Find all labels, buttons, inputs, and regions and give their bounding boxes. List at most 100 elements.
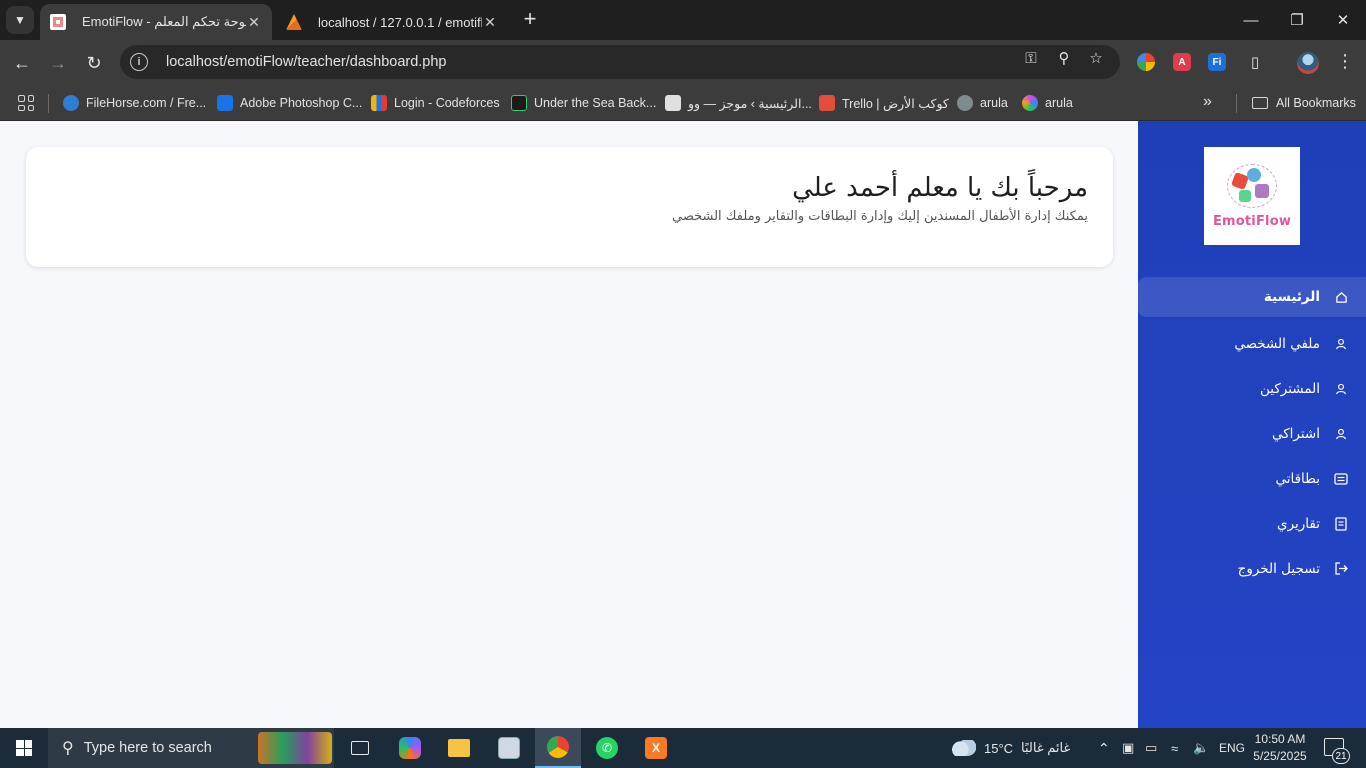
bookmark-arula-2[interactable]: arula (1022, 92, 1073, 114)
file-explorer-app[interactable] (436, 728, 482, 768)
apps-grid-icon[interactable] (18, 95, 34, 111)
bookmark-label: Login - Codeforces (394, 96, 500, 110)
sidebar-item-label: المشتركين (1259, 380, 1320, 397)
xampp-icon: X (645, 737, 667, 759)
extension-fi-icon[interactable]: Fi (1208, 53, 1226, 71)
freepik-icon (511, 95, 527, 111)
bookmark-arula-1[interactable]: arula (957, 92, 1008, 114)
more-bookmarks-chevron-icon[interactable]: » (1203, 93, 1212, 111)
sidebar-item-label: الرئيسية (1263, 289, 1320, 305)
new-tab-button[interactable]: + (518, 8, 542, 32)
language-indicator[interactable]: ENG (1219, 728, 1245, 768)
start-button[interactable] (0, 728, 48, 768)
weather-text: غائم غالبًا (1021, 740, 1071, 755)
tab-title: EmotiFlow - لوحة تحكم المعلم (82, 14, 246, 29)
copilot-app[interactable] (387, 728, 433, 768)
password-key-icon[interactable]: ⚿ (1021, 49, 1041, 67)
photos-icon (498, 737, 520, 759)
link-icon (217, 95, 233, 111)
extension-color-icon[interactable] (1137, 53, 1155, 71)
task-view-icon (351, 741, 369, 755)
bookmark-star-icon[interactable]: ☆ (1086, 49, 1106, 67)
task-view-button[interactable] (337, 728, 383, 768)
sidebar-item-logout[interactable]: تسجيل الخروج (1138, 546, 1366, 591)
all-bookmarks-button[interactable]: All Bookmarks (1252, 92, 1356, 114)
page-viewport: مرحباً بك يا معلم أحمد علي يمكنك إدارة ا… (0, 121, 1366, 728)
windows-taskbar: ⚲ Type here to search ✆ X 15°C غائم غالب… (0, 728, 1366, 768)
search-highlight-image[interactable] (258, 732, 332, 764)
wifi-icon[interactable]: ≈ (1171, 728, 1178, 768)
forward-button[interactable]: → (44, 49, 72, 77)
bookmark-label: arula (980, 96, 1008, 110)
user-icon (1334, 337, 1348, 351)
sidebar-item-label: تقاريري (1277, 515, 1320, 532)
welcome-subtitle: يمكنك إدارة الأطفال المسندين إليك وإدارة… (672, 209, 1088, 224)
chrome-icon (547, 736, 569, 758)
sidebar-item-label: بطاقاتي (1275, 470, 1320, 487)
weather-widget[interactable]: 15°C غائم غالبًا (952, 728, 1070, 768)
volume-icon[interactable]: 🔈 (1193, 728, 1209, 768)
bookmark-wordpress[interactable]: الرئيسية › موجز — وو... (665, 92, 812, 114)
url-text: localhost/emotiFlow/teacher/dashboard.ph… (166, 54, 447, 70)
meet-now-icon[interactable]: ▣ (1122, 728, 1134, 768)
restore-button[interactable]: ❐ (1274, 0, 1320, 40)
codeforces-icon (371, 95, 387, 111)
reload-button[interactable]: ↻ (80, 49, 108, 77)
cards-icon (1334, 472, 1348, 486)
sidebar-item-my-cards[interactable]: بطاقاتي (1138, 456, 1366, 501)
bookmarks-bar: FileHorse.com / Fre... Adobe Photoshop C… (0, 86, 1366, 121)
bookmark-under-the-sea[interactable]: Under the Sea Back... (511, 92, 656, 114)
search-icon: ⚲ (62, 740, 74, 757)
tab-phpmyadmin[interactable]: localhost / 127.0.0.1 / emotiflow ✕ (276, 4, 508, 40)
address-bar[interactable]: i localhost/emotiFlow/teacher/dashboard.… (120, 45, 1120, 79)
all-bookmarks-label: All Bookmarks (1276, 96, 1356, 110)
circle-icon (1022, 95, 1038, 111)
bookmark-label: arula (1045, 96, 1073, 110)
tab-search-button[interactable]: ▼ (6, 6, 34, 34)
emotiflow-logo[interactable]: EmotiFlow (1204, 147, 1300, 245)
extension-acrobat-icon[interactable]: A (1173, 53, 1191, 71)
browser-tab-bar: ▼ EmotiFlow - لوحة تحكم المعلم ✕ localho… (0, 0, 1366, 40)
show-hidden-icons-button[interactable]: ⌃ (1098, 728, 1110, 768)
sidebar-item-my-reports[interactable]: تقاريري (1138, 501, 1366, 546)
zoom-icon[interactable]: ⚲ (1054, 49, 1074, 67)
taskbar-clock[interactable]: 10:50 AM 5/25/2025 (1250, 731, 1310, 765)
profile-avatar[interactable] (1297, 52, 1319, 74)
sidebar-nav: الرئيسية ملفي الشخصي المشتركين اشتراكي ب… (1138, 277, 1366, 591)
site-info-icon[interactable]: i (130, 53, 148, 71)
whatsapp-app[interactable]: ✆ (584, 728, 630, 768)
bookmarks-separator (48, 94, 49, 113)
phpmyadmin-favicon-icon (286, 14, 302, 30)
battery-icon[interactable]: ▭ (1145, 728, 1157, 768)
sidebar-item-my-subscription[interactable]: اشتراكي (1138, 411, 1366, 456)
bookmark-codeforces[interactable]: Login - Codeforces (371, 92, 500, 114)
welcome-card: مرحباً بك يا معلم أحمد علي يمكنك إدارة ا… (26, 147, 1113, 267)
user-icon (1334, 382, 1348, 396)
whatsapp-icon: ✆ (596, 737, 618, 759)
browser-toolbar: ← → ↻ i localhost/emotiFlow/teacher/dash… (0, 40, 1366, 86)
chrome-app[interactable] (535, 728, 581, 768)
sidebar-item-profile[interactable]: ملفي الشخصي (1138, 321, 1366, 366)
image-viewer-app[interactable] (486, 728, 532, 768)
xampp-app[interactable]: X (633, 728, 679, 768)
close-window-button[interactable]: ✕ (1320, 0, 1366, 40)
sidebar-item-subscribers[interactable]: المشتركين (1138, 366, 1366, 411)
bookmark-filehorse[interactable]: FileHorse.com / Fre... (63, 92, 206, 114)
close-tab-icon[interactable]: ✕ (246, 14, 262, 31)
sidebar-item-home[interactable]: الرئيسية (1138, 277, 1366, 317)
extensions-puzzle-icon[interactable]: ▯ (1245, 53, 1265, 71)
windows-logo-icon (16, 740, 32, 756)
bookmark-label: الرئيسية › موجز — وو... (688, 96, 812, 111)
back-button[interactable]: ← (8, 49, 36, 77)
bookmark-trello[interactable]: Trello | كوكب الأرض (819, 92, 949, 114)
bookmark-adobe-photoshop[interactable]: Adobe Photoshop C... (217, 92, 362, 114)
bookmarks-separator (1236, 94, 1237, 113)
logout-icon (1334, 562, 1348, 576)
browser-menu-icon[interactable]: ⋮ (1336, 51, 1354, 71)
close-tab-icon[interactable]: ✕ (482, 14, 498, 31)
folder-icon (448, 739, 470, 757)
bookmark-label: Under the Sea Back... (534, 96, 657, 110)
minimize-button[interactable]: — (1228, 0, 1274, 40)
tab-emotiflow-dashboard[interactable]: EmotiFlow - لوحة تحكم المعلم ✕ (40, 4, 272, 40)
wordpress-icon (665, 95, 681, 111)
